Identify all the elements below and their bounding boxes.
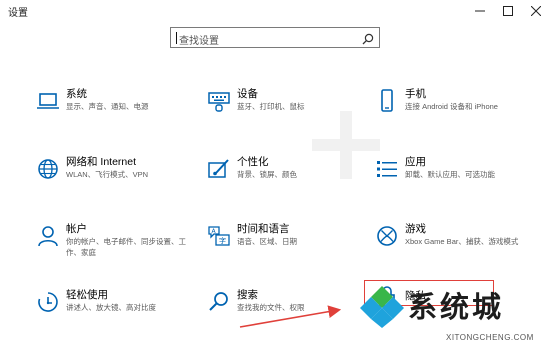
watermark-text-cn: 系统城 xyxy=(408,290,505,324)
background-plus-shape xyxy=(312,111,380,179)
watermark: 系统城 XITONGCHENG.COM xyxy=(356,278,550,353)
watermark-text-en: XITONGCHENG.COM xyxy=(446,333,534,342)
watermark-logo-icon xyxy=(360,286,404,328)
